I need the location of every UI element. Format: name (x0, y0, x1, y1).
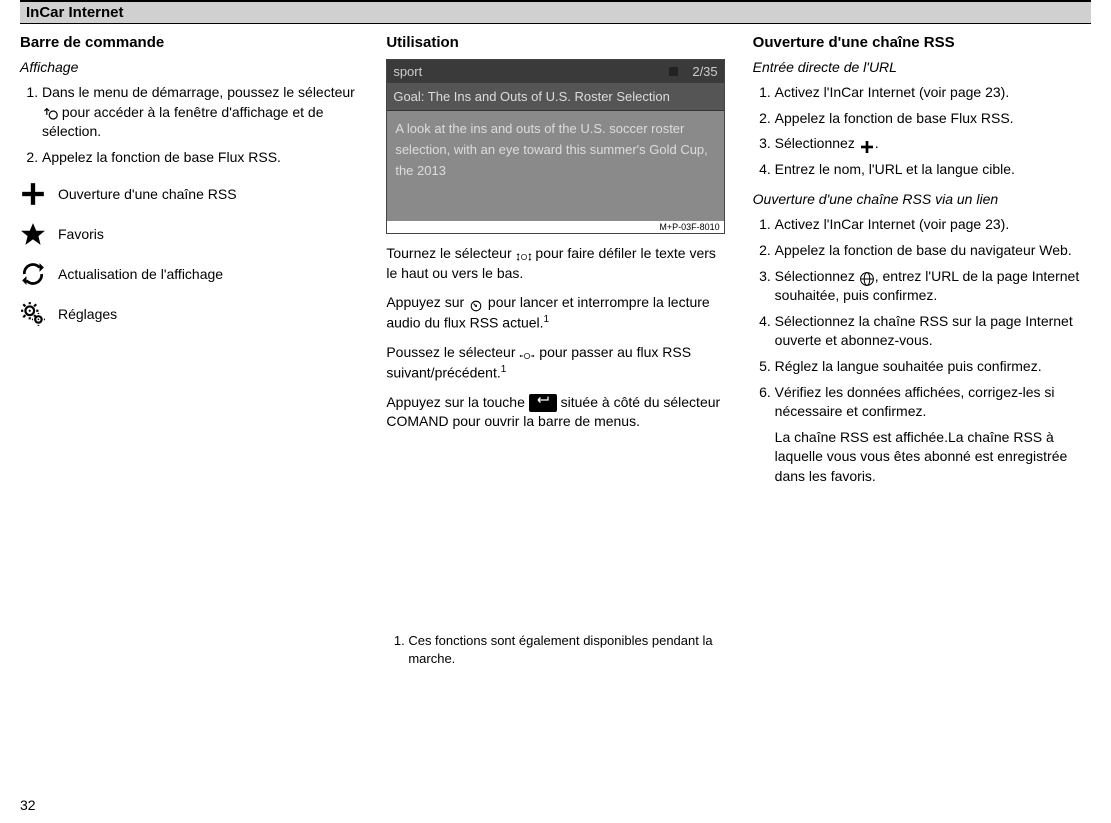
col3-list-a: Activez l'InCar Internet (voir page 23).… (753, 83, 1091, 179)
screenshot-top-right: 2/35 (669, 64, 718, 79)
icon-row-refresh: Actualisation de l'affichage (20, 261, 358, 287)
selector-push-lr-icon (519, 345, 535, 361)
refresh-icon (20, 261, 46, 287)
col3-b3: Sélectionnez , entrez l'URL de la page I… (775, 267, 1091, 306)
col1-step-2: Appelez la fonction de base Flux RSS. (42, 148, 358, 168)
col1-heading: Barre de commande (20, 34, 358, 51)
icon-row-settings-label: Réglages (58, 306, 117, 322)
col3-a3: Sélectionnez . (775, 134, 1091, 154)
col3-a4: Entrez le nom, l'URL et la langue cible. (775, 160, 1091, 180)
col2-para-1: Tournez le sélecteur pour faire défiler … (386, 244, 724, 283)
icon-row-fav-label: Favoris (58, 226, 104, 242)
icon-row-refresh-label: Actualisation de l'affichage (58, 266, 223, 282)
content-columns: Barre de commande Affichage Dans le menu… (20, 34, 1091, 680)
screenshot-ref: M+P-03F-8010 (387, 221, 723, 233)
plus-small-icon (859, 136, 875, 152)
selector-up-icon (42, 105, 58, 121)
header-title: InCar Internet (26, 4, 124, 21)
column-1: Barre de commande Affichage Dans le menu… (20, 34, 358, 680)
screenshot-counter: 2/35 (692, 64, 717, 79)
rss-screenshot: sport 2/35 Goal: The Ins and Outs of U.S… (386, 59, 724, 234)
col3-b4: Sélectionnez la chaîne RSS sur la page I… (775, 312, 1091, 351)
stop-icon (669, 67, 678, 76)
screenshot-category: sport (393, 64, 422, 79)
col2-para-3: Poussez le sélecteur pour passer au flux… (386, 343, 724, 383)
footnote-block: Ces fonctions sont également disponibles… (386, 632, 724, 668)
col1-steps: Dans le menu de démarrage, poussez le sé… (20, 83, 358, 167)
col3-b2: Appelez la fonction de base du navigateu… (775, 241, 1091, 261)
col3-sub2: Ouverture d'une chaîne RSS via un lien (753, 191, 1091, 207)
star-icon (20, 221, 46, 247)
col3-a2: Appelez la fonction de base Flux RSS. (775, 109, 1091, 129)
col3-b7: La chaîne RSS est affichée.La chaîne RSS… (775, 428, 1091, 487)
icon-row-rss: Ouverture d'une chaîne RSS (20, 181, 358, 207)
back-key-icon (529, 394, 557, 411)
screenshot-body: A look at the ins and outs of the U.S. s… (387, 111, 723, 221)
icon-row-settings: Réglages (20, 301, 358, 327)
col3-list-b: Activez l'InCar Internet (voir page 23).… (753, 215, 1091, 486)
screenshot-inner: sport 2/35 Goal: The Ins and Outs of U.S… (387, 60, 723, 221)
selector-turn-icon (516, 246, 532, 262)
icon-row-rss-label: Ouverture d'une chaîne RSS (58, 186, 237, 202)
col1-step-1: Dans le menu de démarrage, poussez le sé… (42, 83, 358, 142)
plus-icon (20, 181, 46, 207)
col3-sub1: Entrée directe de l'URL (753, 59, 1091, 75)
footnote-ref-1: 1 (544, 314, 550, 325)
col3-a1: Activez l'InCar Internet (voir page 23). (775, 83, 1091, 103)
gear-icon (20, 301, 46, 327)
footnote-1: Ces fonctions sont également disponibles… (408, 632, 724, 668)
page-header: InCar Internet (20, 0, 1091, 24)
screenshot-topbar: sport 2/35 (387, 60, 723, 83)
footnote-ref-2: 1 (501, 364, 507, 375)
selector-press-icon (468, 295, 484, 311)
col1-subheading: Affichage (20, 59, 358, 75)
screenshot-title: Goal: The Ins and Outs of U.S. Roster Se… (387, 83, 723, 111)
col3-heading: Ouverture d'une chaîne RSS (753, 34, 1091, 51)
page-number: 32 (20, 797, 36, 813)
col3-b1: Activez l'InCar Internet (voir page 23). (775, 215, 1091, 235)
col3-b5: Réglez la langue souhaitée puis confirme… (775, 357, 1091, 377)
col2-heading: Utilisation (386, 34, 724, 51)
col2-para-4: Appuyez sur la touche située à côté du s… (386, 393, 724, 432)
column-3: Ouverture d'une chaîne RSS Entrée direct… (753, 34, 1091, 680)
col2-para-2: Appuyez sur pour lancer et interrompre l… (386, 293, 724, 333)
col3-b6: Vérifiez les données affichées, corrigez… (775, 383, 1091, 487)
icon-row-favourites: Favoris (20, 221, 358, 247)
column-2: Utilisation sport 2/35 Goal: The Ins and… (386, 34, 724, 680)
globe-icon (859, 269, 875, 285)
